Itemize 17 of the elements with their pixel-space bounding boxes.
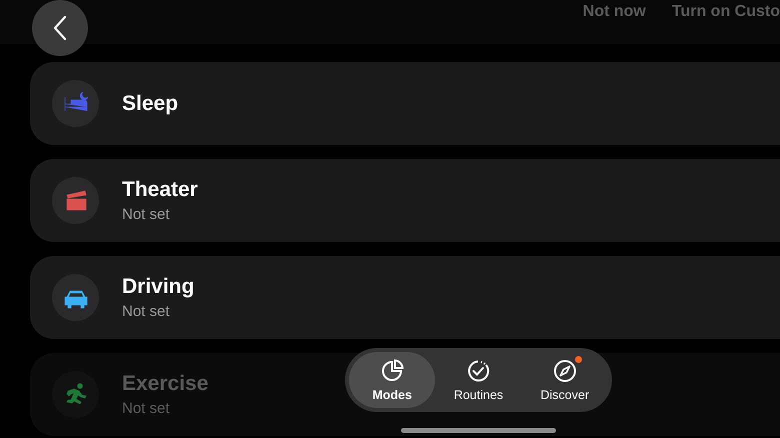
mode-title: Sleep [122,92,178,116]
nav-tab[interactable]: Routines [435,352,522,408]
mode-status: Not set [122,303,171,320]
mode-card[interactable]: Theater Not set [30,159,780,242]
mode-status: Not set [122,400,171,417]
pie-chart-icon [380,358,404,382]
nav-tab[interactable]: Discover [522,352,608,408]
mode-title: Driving [122,275,194,299]
compass-icon [552,358,577,382]
nav-tab[interactable]: Modes [349,352,436,408]
mode-status: Not set [122,206,171,223]
back-icon [52,15,68,41]
mode-card[interactable]: Sleep [30,62,780,145]
mode-title: Exercise [122,372,208,396]
check-circle-icon [466,358,490,382]
mode-card[interactable]: Driving Not set [30,256,780,339]
mode-title: Theater [122,178,198,202]
